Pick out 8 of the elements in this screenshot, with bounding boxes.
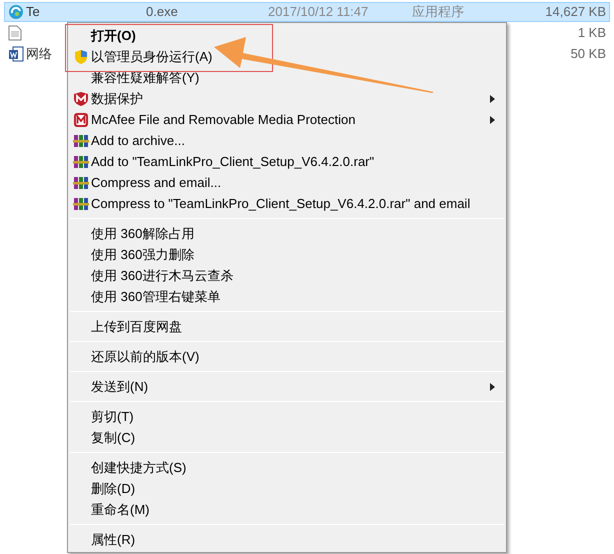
file-name: Te (26, 4, 40, 20)
file-size: 1 KB (578, 24, 606, 40)
file-size: 50 KB (570, 46, 606, 61)
file-size: 14,627 KB (545, 4, 606, 20)
file-name: 网络 (26, 46, 52, 61)
file-name: 0.exe (146, 4, 178, 20)
file-date: 2017/10/12 11:47 (268, 4, 368, 20)
file-type: 应用程序 (412, 4, 464, 20)
